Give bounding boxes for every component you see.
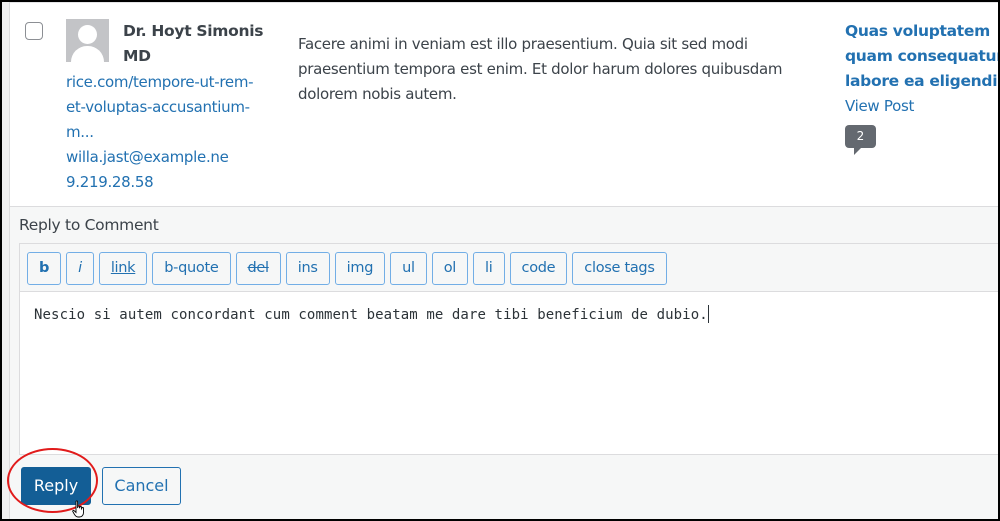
comment-select-checkbox[interactable] xyxy=(25,22,43,40)
qt-ol-button[interactable]: ol xyxy=(431,252,469,285)
text-caret xyxy=(707,305,709,323)
qt-ins-button[interactable]: ins xyxy=(285,252,330,285)
avatar-body-shape xyxy=(71,46,104,62)
qt-ul-button[interactable]: ul xyxy=(390,252,427,285)
author-meta: rice.com/tempore-ut-rem- et-voluptas-acc… xyxy=(66,70,276,195)
author-url-link[interactable]: rice.com/tempore-ut-rem- et-voluptas-acc… xyxy=(66,70,276,145)
author-ip-link[interactable]: 9.219.28.58 xyxy=(66,170,276,195)
author-url-line: m... xyxy=(66,123,94,141)
qt-code-button[interactable]: code xyxy=(509,252,568,285)
post-title-link[interactable]: Quas voluptatem quam consequatur labore … xyxy=(845,19,998,94)
qt-bold-button[interactable]: b xyxy=(27,252,62,285)
qt-close-tags-button[interactable]: close tags xyxy=(572,252,667,285)
qt-li-button[interactable]: li xyxy=(473,252,505,285)
comment-text: Facere animi in veniam est illo praesent… xyxy=(298,35,783,103)
author-name: Dr. Hoyt Simonis MD xyxy=(123,22,264,65)
qt-img-button[interactable]: img xyxy=(334,252,386,285)
reply-textarea-value: Nescio si autem concordant cum comment b… xyxy=(34,307,708,323)
comment-count: 2 xyxy=(856,129,865,143)
comment-row: Dr. Hoyt Simonis MD rice.com/tempore-ut-… xyxy=(10,2,998,206)
reply-textarea[interactable]: Nescio si autem concordant cum comment b… xyxy=(20,292,998,454)
left-gutter xyxy=(2,2,10,519)
reply-editor: b i link b-quote del ins img ul ol li code close ta… xyxy=(19,243,998,455)
reply-button[interactable]: Reply xyxy=(21,467,91,505)
response-to-column: Quas voluptatem quam consequatur labore … xyxy=(845,19,998,155)
reply-panel: Reply to Comment b i link b-quote del ins img u… xyxy=(10,206,998,519)
quicktags-toolbar: b i link b-quote del ins img ul ol li code close ta… xyxy=(20,244,998,292)
cancel-button[interactable]: Cancel xyxy=(102,467,181,505)
qt-link-button[interactable]: link xyxy=(98,252,148,285)
qt-italic-button[interactable]: i xyxy=(66,252,94,285)
author-url-line: et-voluptas-accusantium- xyxy=(66,98,250,116)
qt-del-button[interactable]: del xyxy=(235,252,281,285)
avatar-head-shape xyxy=(78,25,97,44)
avatar xyxy=(66,19,109,62)
qt-blockquote-button[interactable]: b-quote xyxy=(152,252,231,285)
comment-count-bubble[interactable]: 2 xyxy=(845,125,876,155)
author-email-link[interactable]: willa.jast@example.ne xyxy=(66,145,276,170)
reply-title: Reply to Comment xyxy=(19,216,159,234)
screenshot-frame: Dr. Hoyt Simonis MD rice.com/tempore-ut-… xyxy=(0,0,1000,521)
view-post-link[interactable]: View Post xyxy=(845,94,998,119)
author-url-line: rice.com/tempore-ut-rem- xyxy=(66,73,254,91)
